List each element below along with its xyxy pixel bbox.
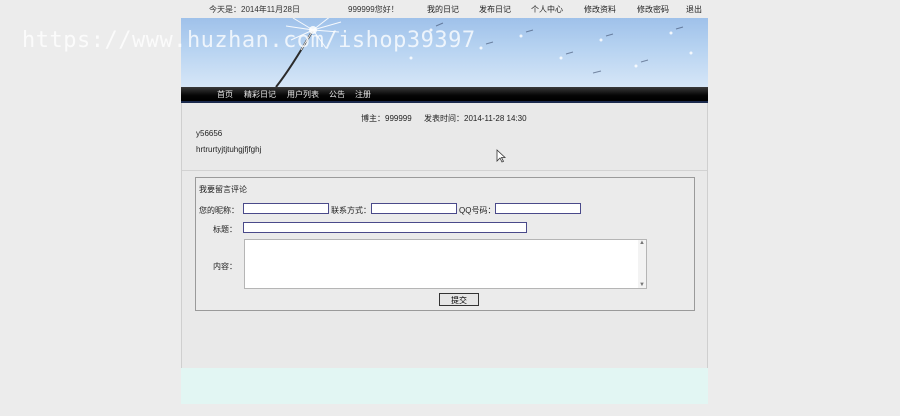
footer — [181, 368, 708, 404]
main-content: 博主：999999 发表时间：2014-11-28 14:30 y56656 h… — [181, 103, 708, 368]
link-edit-profile[interactable]: 修改资料 — [584, 4, 616, 15]
subject-input[interactable] — [243, 222, 527, 233]
link-personal-center[interactable]: 个人中心 — [531, 4, 563, 15]
nickname-label: 您的昵称： — [199, 206, 239, 215]
link-my-diary[interactable]: 我的日记 — [427, 4, 459, 15]
post-author: 博主：999999 — [361, 114, 412, 123]
qq-label: QQ号码： — [459, 206, 496, 215]
textarea-scrollbar[interactable]: ▲ ▼ — [638, 240, 646, 288]
nav-home[interactable]: 首页 — [217, 89, 233, 100]
post-time: 发表时间：2014-11-28 14:30 — [424, 114, 527, 123]
nickname-input[interactable] — [243, 203, 329, 214]
comment-form: 我要留言评论 您的昵称： 联系方式： QQ号码： 标题： 内容： ▲ ▼ 提交 — [195, 177, 695, 311]
mouse-cursor-icon — [496, 149, 506, 163]
link-change-password[interactable]: 修改密码 — [637, 4, 669, 15]
content-label: 内容： — [213, 262, 237, 271]
post-content: hrtrurtyjtjtuhgjfjfghj — [196, 145, 262, 154]
qq-input[interactable] — [495, 203, 581, 214]
contact-input[interactable] — [371, 203, 457, 214]
content-textarea[interactable]: ▲ ▼ — [244, 239, 647, 289]
current-date: 今天是：2014年11月28日 — [209, 5, 300, 14]
contact-label: 联系方式： — [331, 206, 371, 215]
header-banner — [181, 18, 708, 87]
submit-button[interactable]: 提交 — [439, 293, 479, 306]
main-nav: 首页 精彩日记 用户列表 公告 注册 — [181, 87, 708, 103]
scroll-down-icon[interactable]: ▼ — [639, 282, 645, 288]
subject-label: 标题： — [213, 225, 237, 234]
post-title: y56656 — [196, 129, 223, 138]
dandelion-image — [275, 18, 693, 87]
nav-featured-diary[interactable]: 精彩日记 — [244, 89, 276, 100]
link-publish-diary[interactable]: 发布日记 — [479, 4, 511, 15]
nav-user-list[interactable]: 用户列表 — [287, 89, 319, 100]
form-heading: 我要留言评论 — [199, 185, 247, 194]
top-bar: 今天是：2014年11月28日 999999您好！ 我的日记 发布日记 个人中心… — [181, 0, 708, 18]
nav-notice[interactable]: 公告 — [329, 89, 345, 100]
divider — [182, 170, 707, 171]
scroll-up-icon[interactable]: ▲ — [639, 240, 645, 246]
nav-register[interactable]: 注册 — [355, 89, 371, 100]
link-logout[interactable]: 退出 — [686, 4, 702, 15]
greeting: 999999您好！ — [348, 5, 399, 14]
